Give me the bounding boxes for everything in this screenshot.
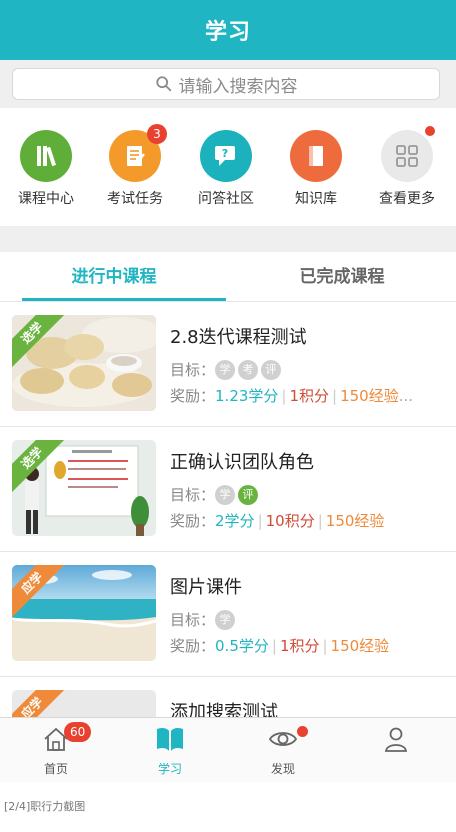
course-goal: 目标： 学 评	[170, 484, 261, 505]
search-bar-area: 请输入搜索内容	[0, 60, 456, 108]
course-item[interactable]: 选学 2.8迭代课程测试 目标： 学 考 评 奖励：1.23学分 | 1积分 | 150…	[0, 303, 456, 427]
course-thumbnail: 选学	[12, 440, 156, 536]
course-thumbnail: 应学	[12, 690, 156, 718]
course-goal: 目标： 学 考 评	[170, 359, 284, 380]
goal-review-badge: 评	[238, 484, 259, 505]
reward-credit: 0.5学分	[215, 637, 269, 655]
search-icon	[155, 76, 171, 92]
reward-more: ...	[398, 387, 414, 405]
nav-label: 学习	[157, 762, 182, 776]
course-item[interactable]: 应学 图片课件 目标： 学 奖励：0.5学分 | 1积分 | 150经验	[0, 553, 456, 677]
quick-link-knowledge-base[interactable]: 知识库	[276, 130, 356, 208]
goal-label: 目标：	[170, 611, 216, 629]
reward-points: 1积分	[279, 637, 320, 655]
goal-review-badge: 评	[261, 359, 282, 380]
reward-label: 奖励：	[170, 637, 216, 655]
course-title: 2.8迭代课程测试	[170, 327, 307, 348]
course-title: 图片课件	[170, 577, 242, 598]
quick-link-label: 查看更多	[379, 191, 435, 207]
quick-link-label: 考试任务	[107, 191, 163, 207]
course-goal: 目标： 学	[170, 609, 238, 630]
goal-study-badge: 学	[215, 609, 236, 630]
quick-link-label: 课程中心	[18, 191, 74, 207]
new-dot-indicator	[425, 126, 435, 136]
course-reward: 奖励：1.23学分 | 1积分 | 150经验...	[170, 387, 414, 405]
nav-home[interactable]: 60 首页	[16, 722, 96, 777]
course-thumbnail: 应学	[12, 565, 156, 661]
page-title: 学习	[204, 20, 251, 45]
course-reward: 奖励：2学分 | 10积分 | 150经验	[170, 512, 385, 530]
books-icon	[20, 130, 72, 182]
caption-text: [2/4]职行力截图	[4, 800, 86, 813]
quick-link-exam-tasks[interactable]: 3 考试任务	[95, 124, 175, 208]
knowledge-book-icon	[290, 130, 342, 182]
reward-exp: 150经验	[325, 512, 385, 530]
tab-in-progress[interactable]: 进行中课程	[0, 252, 228, 302]
course-item[interactable]: 应学 添加搜索测试	[0, 678, 456, 718]
course-title: 正确认识团队角色	[170, 452, 314, 473]
course-item[interactable]: 选学 正确认识团队角色 目标： 学 评 奖励：2学分 | 10积分 | 150经验	[0, 428, 456, 552]
course-ribbon: 应学	[12, 690, 68, 718]
exam-paper-icon: 3	[109, 124, 167, 182]
user-icon	[356, 722, 436, 756]
reward-credit: 2学分	[215, 512, 255, 530]
reward-credit: 1.23学分	[215, 387, 279, 405]
quick-links: 课程中心 3 考试任务 ? 问答社区 知识库 查看更多	[0, 108, 456, 226]
home-count-badge: 60	[64, 722, 92, 742]
goal-label: 目标：	[170, 486, 216, 504]
reward-points: 10积分	[265, 512, 315, 530]
quick-link-view-more[interactable]: 查看更多	[367, 126, 447, 208]
goal-study-badge: 学	[215, 484, 236, 505]
quick-link-label: 知识库	[295, 191, 337, 207]
quick-link-course-center[interactable]: 课程中心	[6, 130, 86, 208]
image-caption: [2/4]职行力截图	[0, 782, 456, 832]
course-thumbnail: 选学	[12, 315, 156, 411]
nav-study[interactable]: 学习	[130, 722, 210, 777]
quick-link-label: 问答社区	[198, 191, 254, 207]
nav-label: 发现	[270, 762, 295, 776]
tab-completed[interactable]: 已完成课程	[228, 252, 456, 302]
nav-label: 首页	[43, 762, 68, 776]
search-placeholder: 请输入搜索内容	[178, 76, 298, 97]
home-icon: 60	[16, 722, 96, 756]
search-input[interactable]: 请输入搜索内容	[12, 68, 440, 100]
eye-icon	[243, 722, 323, 756]
course-reward: 奖励：0.5学分 | 1积分 | 150经验	[170, 637, 390, 655]
goal-label: 目标：	[170, 361, 216, 379]
app-header: 学习	[0, 0, 456, 60]
qa-chat-icon: ?	[200, 130, 252, 182]
goal-study-badge: 学	[215, 359, 236, 380]
reward-exp: 150经验	[330, 637, 390, 655]
grid-more-icon	[381, 126, 435, 182]
goal-exam-badge: 考	[238, 359, 259, 380]
exam-count-badge: 3	[147, 124, 167, 144]
nav-discover[interactable]: 发现	[243, 722, 323, 777]
bottom-navigation: 60 首页 学习 发现	[0, 717, 456, 782]
quick-link-qa-community[interactable]: ? 问答社区	[186, 130, 266, 208]
reward-points: 1积分	[289, 387, 330, 405]
reward-exp: 150经验	[340, 387, 399, 405]
open-book-icon	[130, 722, 210, 756]
svg-text:?: ?	[222, 147, 228, 160]
course-title: 添加搜索测试	[170, 702, 278, 718]
nav-profile[interactable]	[356, 722, 436, 760]
course-tabs: 进行中课程 已完成课程	[0, 252, 456, 302]
section-divider	[0, 226, 456, 252]
new-dot-indicator	[297, 726, 308, 737]
active-tab-indicator	[22, 298, 226, 301]
reward-label: 奖励：	[170, 387, 216, 405]
reward-label: 奖励：	[170, 512, 216, 530]
